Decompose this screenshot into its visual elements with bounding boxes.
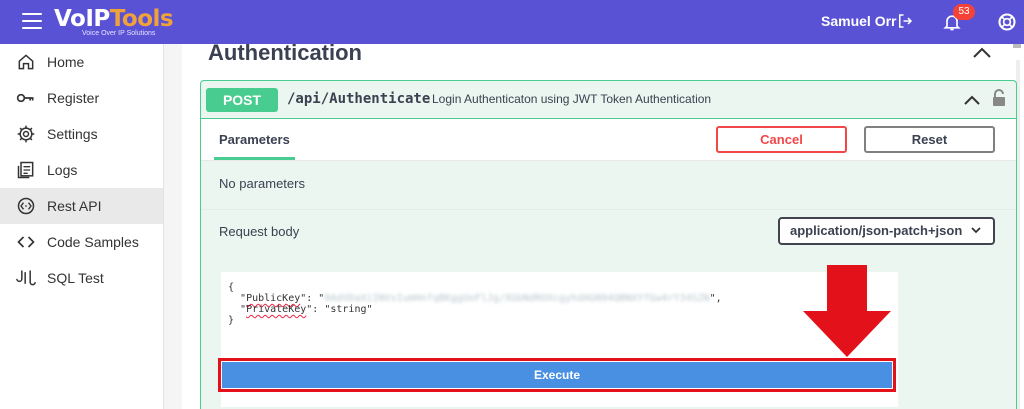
sidebar-item-sql-test[interactable]: SQL Test xyxy=(0,260,163,296)
json-value-publickey: 0AdVDaXiINVsIumHnfqBKggUoFlJg/XGbNdROXcg… xyxy=(324,293,710,304)
json-close-brace: } xyxy=(228,315,235,326)
chevron-up-icon[interactable] xyxy=(973,46,991,58)
sidebar-item-logs[interactable]: Logs xyxy=(0,152,163,188)
operation-block: POST /api/Authenticate Login Authenticat… xyxy=(200,80,1017,409)
sidebar-item-label: Code Samples xyxy=(47,234,139,250)
sidebar-item-rest-api[interactable]: Rest API xyxy=(0,188,163,224)
logs-icon xyxy=(17,161,34,179)
json-key-publickey: PublicKey xyxy=(246,293,301,304)
lock-icon[interactable] xyxy=(991,89,1007,107)
gear-icon xyxy=(17,125,35,143)
tab-parameters[interactable]: Parameters xyxy=(219,132,290,147)
content-type-value: application/json-patch+json xyxy=(790,223,963,238)
scroll-indicator xyxy=(1013,44,1021,48)
sidebar-item-label: Settings xyxy=(47,126,98,142)
execute-highlight: Execute xyxy=(218,358,896,392)
sidebar-item-settings[interactable]: Settings xyxy=(0,116,163,152)
sidebar-item-label: Rest API xyxy=(47,198,102,214)
logo-tagline: Voice Over IP Solutions xyxy=(82,30,156,37)
user-name[interactable]: Samuel Orr xyxy=(821,13,896,29)
sidebar-item-home[interactable]: Home xyxy=(0,44,163,80)
content-type-select[interactable]: application/json-patch+json xyxy=(778,217,995,245)
logout-icon[interactable] xyxy=(896,12,914,30)
sidebar-item-code-samples[interactable]: Code Samples xyxy=(0,224,163,260)
support-icon[interactable] xyxy=(997,12,1017,32)
key-icon xyxy=(16,93,34,103)
logo[interactable]: VoIPTools Voice Over IP Solutions xyxy=(54,6,174,38)
cancel-button[interactable]: Cancel xyxy=(716,126,847,153)
method-badge: POST xyxy=(206,88,278,112)
sql-test-icon xyxy=(16,270,36,286)
sidebar-item-register[interactable]: Register xyxy=(0,80,163,116)
json-value-privatekey: string xyxy=(330,304,367,315)
home-icon xyxy=(18,54,34,70)
notification-badge: 53 xyxy=(953,4,975,20)
json-open-brace: { xyxy=(228,282,235,293)
endpoint-path: /api/Authenticate xyxy=(287,91,431,107)
section-title[interactable]: Authentication xyxy=(208,40,362,66)
endpoint-description: Login Authenticaton using JWT Token Auth… xyxy=(432,92,712,106)
execute-button[interactable]: Execute xyxy=(222,362,892,388)
sidebar-item-label: Home xyxy=(47,54,85,70)
sidebar: Home Register Settings Logs Rest API Cod… xyxy=(0,44,164,409)
code-icon xyxy=(17,236,35,248)
request-body-label: Request body xyxy=(219,224,300,239)
arrow-down-icon xyxy=(803,265,891,357)
reset-button[interactable]: Reset xyxy=(864,126,995,153)
menu-icon[interactable] xyxy=(22,13,42,29)
sidebar-item-label: Register xyxy=(47,90,100,106)
json-key-privatekey: PrivateKey xyxy=(246,304,307,315)
operation-summary[interactable]: POST /api/Authenticate Login Authenticat… xyxy=(201,81,1016,119)
tab-bar: Parameters Cancel Reset xyxy=(201,119,1016,161)
tab-underline xyxy=(214,157,295,160)
sidebar-item-label: SQL Test xyxy=(47,270,104,286)
no-parameters-text: No parameters xyxy=(219,176,305,191)
sidebar-item-label: Logs xyxy=(47,162,78,178)
chevron-up-icon[interactable] xyxy=(964,95,980,105)
request-body-json: { "PublicKey": "0AdVDaXiINVsIumHnfqBKggU… xyxy=(228,282,722,326)
logo-voip: VoIP xyxy=(54,6,110,32)
chevron-down-icon xyxy=(971,227,981,234)
logo-tools: Tools xyxy=(109,6,174,32)
top-bar: VoIPTools Voice Over IP Solutions Samuel… xyxy=(0,0,1024,44)
api-icon xyxy=(17,197,35,215)
